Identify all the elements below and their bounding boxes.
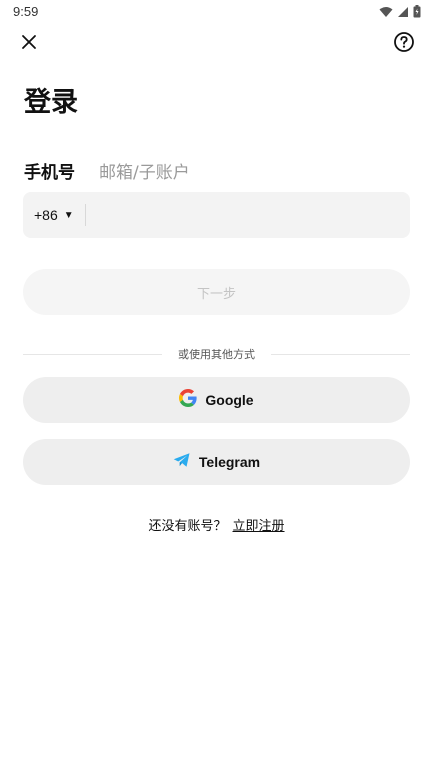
help-circle-icon xyxy=(393,31,415,57)
divider-line-left xyxy=(23,353,162,355)
phone-field: +86 ▼ xyxy=(23,191,410,239)
wifi-icon xyxy=(379,3,393,22)
login-method-tabs: 手机号 邮箱/子账户 xyxy=(24,158,190,183)
status-icons xyxy=(379,4,421,20)
google-label: Google xyxy=(205,392,254,408)
country-code-value: +86 xyxy=(34,207,58,223)
caret-down-icon: ▼ xyxy=(63,209,74,221)
battery-icon xyxy=(413,3,421,22)
telegram-label: Telegram xyxy=(198,454,261,470)
country-code-select[interactable]: +86 ▼ xyxy=(23,192,85,238)
tab-phone[interactable]: 手机号 xyxy=(24,158,75,183)
tab-email-subaccount[interactable]: 邮箱/子账户 xyxy=(99,158,190,183)
help-button[interactable] xyxy=(392,32,416,56)
page-title: 登录 xyxy=(24,87,78,118)
status-time: 9:59 xyxy=(13,4,39,19)
telegram-icon xyxy=(173,452,191,472)
phone-number-input[interactable] xyxy=(85,191,410,239)
close-button[interactable] xyxy=(17,32,41,56)
close-icon xyxy=(21,34,37,54)
google-icon xyxy=(179,389,197,411)
register-link[interactable]: 立即注册 xyxy=(233,515,285,534)
telegram-login-button[interactable]: Telegram xyxy=(23,439,410,485)
divider-text: 或使用其他方式 xyxy=(178,348,255,361)
register-prompt: 还没有账号？ 立即注册 xyxy=(0,515,433,534)
signal-icon xyxy=(397,3,409,22)
alternative-divider: 或使用其他方式 xyxy=(23,344,410,364)
register-prompt-text: 还没有账号？ xyxy=(148,519,227,534)
google-login-button[interactable]: Google xyxy=(23,377,410,423)
divider-line-right xyxy=(271,353,410,355)
next-button[interactable]: 下一步 xyxy=(23,269,410,315)
status-bar: 9:59 xyxy=(0,0,433,24)
